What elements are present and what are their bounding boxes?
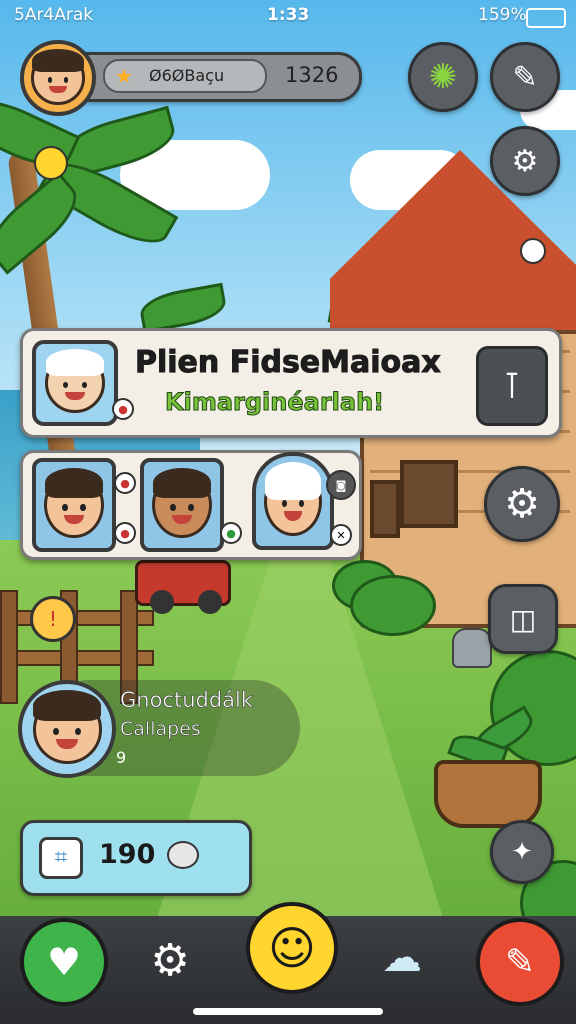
thermometer-icon: ⊺ (502, 365, 522, 407)
battery-percent: 159% (478, 5, 527, 25)
profile-subtitle: Callapes (120, 718, 201, 741)
pin-icon: ✦ (511, 837, 533, 867)
settings-small-button[interactable]: ⚙ (490, 126, 560, 196)
friend-avatar[interactable] (32, 458, 116, 552)
badge-icon: ● (114, 522, 136, 544)
window (400, 460, 458, 528)
heart-button[interactable]: ♥ (20, 918, 108, 1006)
flower-pot (434, 760, 542, 828)
dog (452, 628, 492, 668)
pencil-icon: ✎ (504, 941, 536, 983)
clock: 1:33 (267, 5, 310, 25)
heart-icon: ♥ (46, 940, 82, 984)
gear-icon: ⚙ (511, 143, 539, 179)
settings-nav-button[interactable]: ⚙ (142, 932, 198, 988)
profile-avatar[interactable] (18, 680, 116, 778)
red-car (130, 550, 231, 620)
cloud-icon: ☁ (382, 935, 422, 981)
carrier-label: 5Ar4Arak (14, 5, 94, 25)
settings-button[interactable]: ⚙ (484, 466, 560, 542)
badge-icon: ● (220, 522, 242, 544)
badge-icon: ● (112, 398, 134, 420)
status-bar: 5Ar4Arak 1:33 159% (0, 0, 576, 32)
chat-count: 190 (99, 839, 156, 870)
player-avatar[interactable] (20, 40, 96, 116)
close-icon[interactable]: ✕ (330, 524, 352, 546)
avatar-face (31, 48, 85, 105)
edit-icon: ✎ (512, 59, 538, 95)
bush (350, 575, 436, 636)
currency-pill: ★ Ø6ØBaçu (103, 59, 267, 93)
score-value: 1326 (285, 63, 339, 87)
friend-avatar[interactable] (140, 458, 224, 552)
badge-icon: ● (114, 472, 136, 494)
gear-icon: ⚙ (504, 481, 540, 527)
chat-icon: ⌗ (39, 837, 83, 879)
smile-icon: ☺ (268, 921, 316, 975)
chat-bubble-icon: ◫ (509, 602, 537, 636)
pencil-button[interactable]: ✎ (476, 918, 564, 1006)
smiley-fruit-icon (34, 146, 68, 180)
battery-icon (526, 8, 566, 28)
gear-icon: ⚙ (150, 934, 190, 986)
camera-icon[interactable]: ◙ (326, 470, 356, 500)
currency-bar[interactable]: ★ Ø6ØBaçu 1326 (60, 52, 362, 102)
cloud-face-icon (167, 841, 199, 869)
cloud-button[interactable]: ☁ (372, 930, 432, 986)
chat-box[interactable]: ⌗ 190 (20, 820, 252, 896)
pin-button[interactable]: ✦ (490, 820, 554, 884)
message-button[interactable]: ◫ (488, 584, 558, 654)
star-icon: ★ (115, 64, 133, 88)
edit-button[interactable]: ✎ (490, 42, 560, 112)
banner-character (32, 340, 118, 426)
notification-dot[interactable] (520, 238, 546, 264)
friend-avatar[interactable] (252, 452, 334, 550)
banner-title: Plien FidseMaioax (135, 345, 442, 381)
alert-icon[interactable]: ! (30, 596, 76, 642)
currency-label: Ø6ØBaçu (149, 66, 225, 85)
sun-icon: ✺ (428, 57, 458, 97)
center-smile-button[interactable]: ☺ (246, 902, 338, 994)
banner-action-button[interactable]: ⊺ (476, 346, 548, 426)
window (370, 480, 400, 538)
banner-subtitle: Kimarginéarlah! (164, 388, 385, 417)
profile-small-text: 9 (116, 748, 127, 767)
profile-name: Gnoctuddálk (120, 688, 254, 713)
home-indicator[interactable] (193, 1008, 383, 1015)
sun-button[interactable]: ✺ (408, 42, 478, 112)
